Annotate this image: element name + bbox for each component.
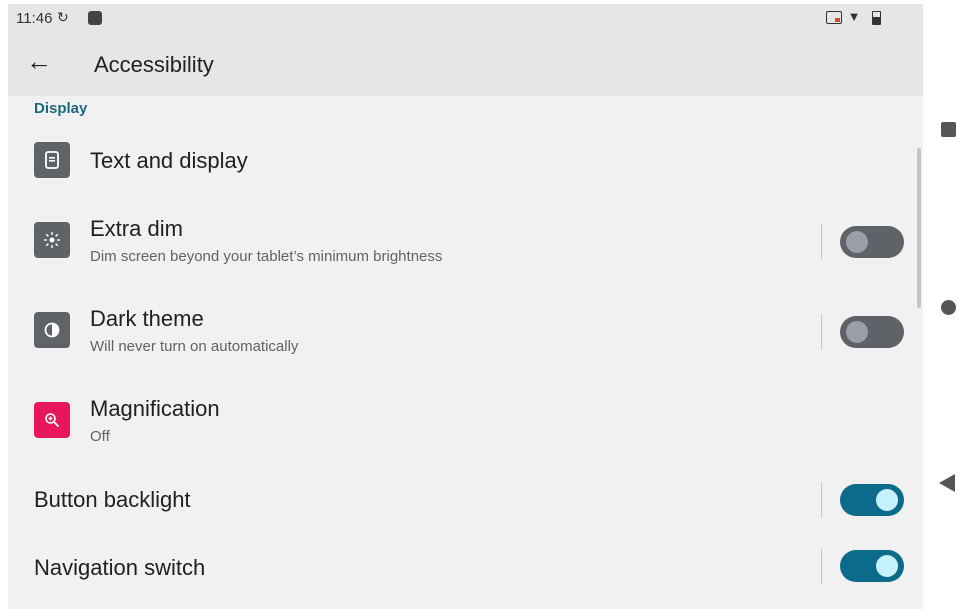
cast-icon (826, 11, 842, 25)
setting-title: Extra dim (90, 216, 183, 241)
dark-theme-toggle[interactable] (840, 316, 904, 348)
status-time: 11:46 (16, 10, 53, 27)
text-display-icon (34, 142, 70, 178)
scrollbar[interactable] (917, 148, 921, 308)
sync-icon: ↻ (57, 9, 69, 25)
system-navigation-bar (923, 0, 967, 610)
setting-subtitle: Dim screen beyond your tablet’s minimum … (90, 248, 443, 265)
settings-screen: 11:46 ↻ ▼ ← Accessibility Display Text a… (8, 4, 923, 609)
navigation-switch-toggle[interactable] (840, 550, 904, 582)
home-button[interactable] (941, 300, 956, 315)
setting-extra-dim[interactable]: Extra dim Dim screen beyond your tablet’… (8, 210, 923, 274)
setting-title: Text and display (90, 148, 248, 173)
extra-dim-icon (34, 222, 70, 258)
setting-subtitle: Will never turn on automatically (90, 338, 299, 355)
status-icons: ▼ (826, 9, 882, 25)
setting-navigation-switch[interactable]: Navigation switch (8, 546, 923, 590)
divider (821, 224, 822, 260)
extra-dim-toggle[interactable] (840, 226, 904, 258)
setting-title: Magnification (90, 396, 220, 421)
app-bar: ← Accessibility (8, 32, 923, 96)
page-title: Accessibility (94, 52, 214, 77)
setting-button-backlight[interactable]: Button backlight (8, 478, 923, 522)
divider (821, 548, 822, 584)
setting-magnification[interactable]: Magnification Off (8, 390, 923, 454)
setting-title: Button backlight (34, 487, 191, 512)
setting-dark-theme[interactable]: Dark theme Will never turn on automatica… (8, 300, 923, 364)
app-notification-icon (88, 11, 102, 25)
recents-button[interactable] (941, 122, 956, 137)
button-backlight-toggle[interactable] (840, 484, 904, 516)
battery-icon (872, 10, 882, 25)
setting-title: Navigation switch (34, 555, 206, 580)
status-bar: 11:46 ↻ ▼ (8, 4, 923, 32)
back-button[interactable] (939, 474, 955, 492)
section-header-display: Display (34, 100, 88, 117)
dark-theme-icon (34, 312, 70, 348)
setting-subtitle: Off (90, 428, 110, 445)
divider (821, 482, 822, 518)
back-arrow-icon[interactable]: ← (26, 46, 52, 77)
setting-title: Dark theme (90, 306, 204, 331)
magnification-icon (34, 402, 70, 438)
setting-text-and-display[interactable]: Text and display (8, 132, 923, 188)
wifi-icon: ▼ (847, 9, 863, 24)
divider (821, 314, 822, 350)
